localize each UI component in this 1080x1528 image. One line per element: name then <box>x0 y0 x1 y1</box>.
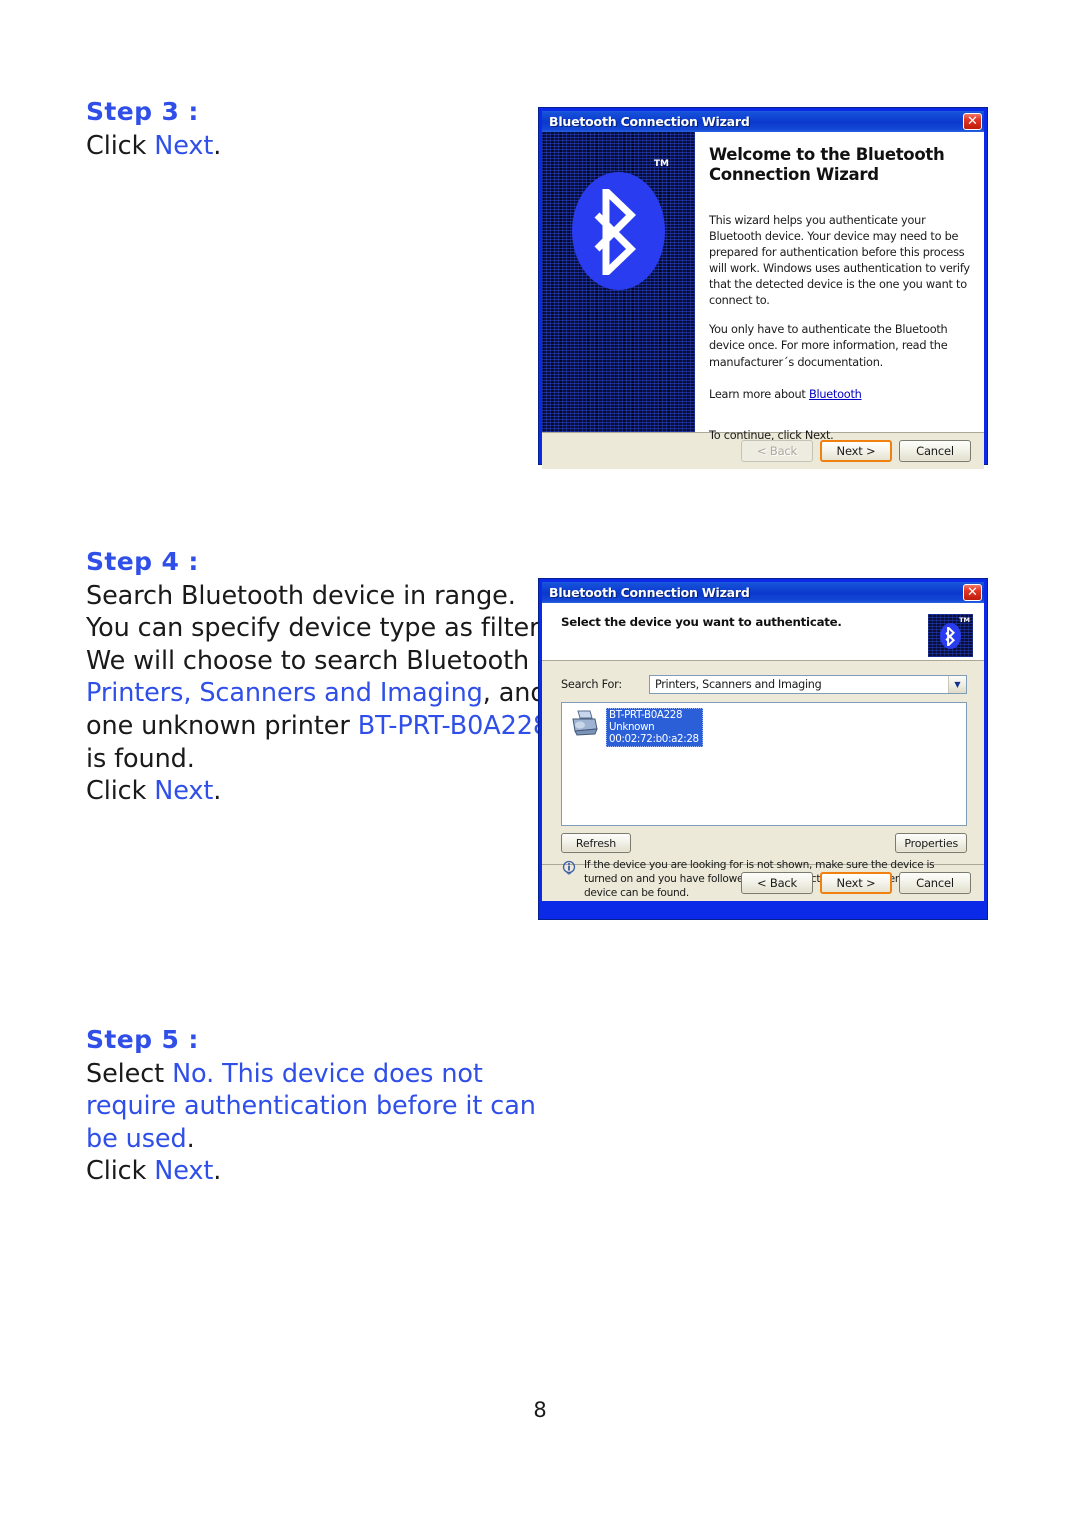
step-4-title: Step 4 : <box>86 547 199 576</box>
step-3-block: Step 3 : Click Next. <box>86 97 546 162</box>
welcome-paragraph-1: This wizard helps you authenticate your … <box>709 214 970 308</box>
search-for-label: Search For: <box>561 678 622 691</box>
device-name: BT-PRT-B0A228 <box>609 709 683 721</box>
step-5-body: Select No. This device does not require … <box>86 1058 546 1189</box>
step-4-line-4-suffix: , and <box>482 678 547 709</box>
back-button: < Back <box>741 440 813 462</box>
step-3-title: Step 3 : <box>86 97 199 126</box>
step-4-period: . <box>213 776 222 807</box>
bluetooth-rune-icon <box>945 627 956 646</box>
list-item[interactable]: BT-PRT-B0A228 Unknown 00:02:72:b0:a2:28 <box>568 708 966 748</box>
bluetooth-learn-more-link[interactable]: Bluetooth <box>809 388 862 401</box>
bluetooth-rune-icon <box>594 189 637 275</box>
step-3-click-text: Click <box>86 130 155 161</box>
trademark-label: TM <box>959 616 970 624</box>
step-4-line-1: Search Bluetooth device in range. <box>86 580 516 611</box>
welcome-paragraph-2: You only have to authenticate the Blueto… <box>709 323 948 369</box>
close-icon[interactable]: ✕ <box>963 584 982 601</box>
step-4-line-2: You can specify device type as filter. <box>86 613 546 644</box>
back-button[interactable]: < Back <box>741 872 813 894</box>
search-for-select[interactable]: Printers, Scanners and Imaging ▼ <box>649 675 967 694</box>
select-dialog-header: Select the device you want to authentica… <box>542 603 984 661</box>
step-5-period: . <box>186 1123 195 1154</box>
properties-button[interactable]: Properties <box>895 833 967 853</box>
list-action-row: Refresh Properties <box>561 833 967 853</box>
step-5-title: Step 5 : <box>86 1025 199 1054</box>
select-dialog-title: Bluetooth Connection Wizard <box>549 585 750 600</box>
step-4-line-6: is found. <box>86 743 195 774</box>
welcome-dialog-body: TM Welcome to the Bluetooth Connection W… <box>542 132 984 442</box>
step-5-next-highlight: Next <box>154 1156 214 1187</box>
search-for-value: Printers, Scanners and Imaging <box>655 678 822 691</box>
chevron-down-icon[interactable]: ▼ <box>948 676 966 693</box>
device-address: 00:02:72:b0:a2:28 <box>609 733 699 746</box>
step-4-body: Search Bluetooth device in range. You ca… <box>86 580 556 808</box>
step-5-click-text: Click <box>86 1156 155 1187</box>
select-dialog-main: Search For: Printers, Scanners and Imagi… <box>542 661 984 899</box>
step-3-next-highlight: Next <box>154 130 214 161</box>
step-5-period-2: . <box>213 1156 222 1187</box>
bluetooth-logo-icon: TM <box>928 614 973 657</box>
select-dialog-header-title: Select the device you want to authentica… <box>561 615 842 629</box>
cancel-button[interactable]: Cancel <box>899 440 971 462</box>
step-3-line-1: Click Next. <box>86 130 546 163</box>
bluetooth-logo-panel: TM <box>542 132 695 432</box>
trademark-label: TM <box>653 159 669 169</box>
learn-more-row: Learn more about Bluetooth <box>709 388 972 401</box>
step-3-period: . <box>213 130 222 161</box>
bluetooth-select-device-dialog[interactable]: Bluetooth Connection Wizard ✕ Select the… <box>538 578 988 920</box>
close-icon[interactable]: ✕ <box>963 113 982 130</box>
next-button[interactable]: Next > <box>820 440 892 462</box>
bluetooth-welcome-dialog[interactable]: Bluetooth Connection Wizard ✕ TM Welcome… <box>538 107 988 469</box>
step-4-line-3: We will choose to search Bluetooth <box>86 645 530 676</box>
page-number: 8 <box>533 1398 547 1422</box>
step-5-select-text: Select <box>86 1058 173 1089</box>
step-4-line-5-prefix: one unknown printer <box>86 711 358 741</box>
device-type: Unknown <box>609 721 655 734</box>
step-4-block: Step 4 : Search Bluetooth device in rang… <box>86 547 556 808</box>
printer-icon <box>572 710 598 736</box>
next-button[interactable]: Next > <box>820 872 892 894</box>
step-4-filter-highlight: Printers, Scanners and Imaging <box>86 678 483 709</box>
step-5-block: Step 5 : Select No. This device does not… <box>86 1025 546 1188</box>
welcome-dialog-titlebar[interactable]: Bluetooth Connection Wizard ✕ <box>542 111 984 132</box>
learn-more-prefix: Learn more about <box>709 387 809 401</box>
step-4-device-highlight: BT-PRT-B0A228 <box>357 711 549 741</box>
step-4-click-text: Click <box>86 776 155 807</box>
info-icon <box>562 860 576 875</box>
device-list[interactable]: BT-PRT-B0A228 Unknown 00:02:72:b0:a2:28 <box>561 702 967 826</box>
search-for-row: Search For: Printers, Scanners and Imagi… <box>561 675 967 694</box>
step-4-next-highlight: Next <box>154 776 214 807</box>
welcome-dialog-title: Bluetooth Connection Wizard <box>549 114 750 129</box>
welcome-heading: Welcome to the Bluetooth Connection Wiza… <box>709 145 945 185</box>
select-dialog-titlebar[interactable]: Bluetooth Connection Wizard ✕ <box>542 582 984 603</box>
device-labels: BT-PRT-B0A228 Unknown 00:02:72:b0:a2:28 <box>606 708 703 748</box>
cancel-button[interactable]: Cancel <box>899 872 971 894</box>
refresh-button[interactable]: Refresh <box>561 833 631 853</box>
welcome-content: Welcome to the Bluetooth Connection Wiza… <box>695 132 984 442</box>
